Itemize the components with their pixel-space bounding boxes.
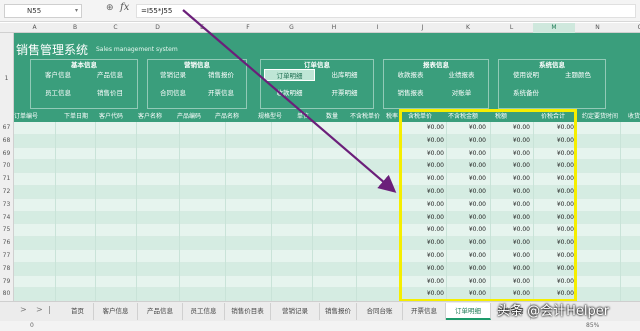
sheet-tab[interactable]: 销售价目表 (225, 303, 271, 320)
tab-next-icon[interactable]: > (36, 305, 43, 314)
status-bar: 0 85% (0, 321, 640, 331)
sheet-tab[interactable]: 员工信息 (183, 303, 225, 320)
sheet-tab[interactable]: 开票信息 (403, 303, 446, 320)
sheet-tab[interactable]: 客户信息 (94, 303, 138, 320)
annotation-arrow (182, 9, 397, 193)
tab-first-icon[interactable]: > (20, 305, 27, 314)
tab-last-icon[interactable]: | (48, 305, 51, 314)
sheet-tab[interactable]: 产品信息 (138, 303, 183, 320)
sheet-tab[interactable]: 合同台账 (357, 303, 403, 320)
watermark: 头条 @会计Helper (497, 304, 610, 319)
sheet-tab[interactable]: 营销记录 (271, 303, 320, 320)
spreadsheet-app: N55 ▾ ⊕ fx =I55*J55 ABCDEFGHIJKLMNO 1676… (0, 0, 640, 331)
zoom-level[interactable]: 85% (586, 322, 599, 329)
sheet-tab[interactable]: 订单明细 (446, 303, 491, 320)
sheet-tab[interactable]: 销售报价 (320, 303, 357, 320)
status-count: 0 (30, 322, 34, 329)
sheet-tab[interactable]: 首页 (62, 303, 94, 320)
